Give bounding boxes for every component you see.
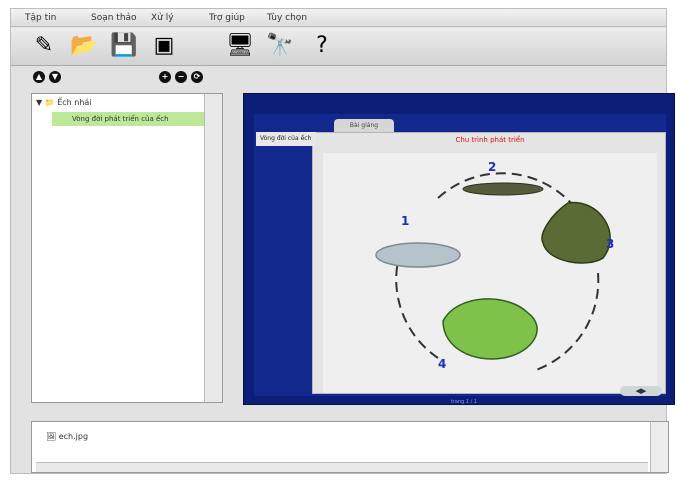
save-icon[interactable]: 💾 xyxy=(109,32,139,60)
application-window: Tập tin Soạn thảo Xử lý Trợ giúp Tùy chọ… xyxy=(10,8,675,474)
tree-root[interactable]: ▼ 📁 Ếch nhái xyxy=(36,98,92,107)
viewer-panel: Bài giảng Chu trình phát triển 1 2 3 4 V… xyxy=(243,93,675,405)
menu-file[interactable]: Tập tin xyxy=(25,13,56,23)
tree-item-label: Vòng đời phát triển của ếch xyxy=(72,115,169,123)
document-content: 1 2 3 4 xyxy=(323,153,657,393)
menu-edit[interactable]: Soạn thảo xyxy=(91,13,137,23)
cycle-arc-left xyxy=(395,260,439,359)
adult-frog-image xyxy=(442,298,538,360)
tree-scrollbar[interactable] xyxy=(204,94,222,402)
menu-bar: Tập tin Soạn thảo Xử lý Trợ giúp Tùy chọ… xyxy=(11,9,666,27)
cycle-arc-right xyxy=(532,272,600,372)
monitor-icon[interactable]: 🖥 xyxy=(225,32,255,60)
tadpole-image xyxy=(462,182,544,196)
binocular-icon[interactable]: 🔭 xyxy=(265,32,295,60)
file-item[interactable]: 🖼 ech.jpg xyxy=(46,432,88,441)
up-icon[interactable]: ▲ xyxy=(33,71,45,83)
file-name: ech.jpg xyxy=(58,432,89,441)
bottom-panel: 🖼 ech.jpg xyxy=(31,421,669,473)
tree-root-label: Ếch nhái xyxy=(57,98,92,107)
help-icon[interactable]: ? xyxy=(307,32,337,60)
menu-process[interactable]: Xử lý xyxy=(151,13,174,23)
folder-icon: 📁 xyxy=(44,98,55,107)
young-frog-image xyxy=(541,201,611,264)
frog-lifecycle-illustration: 1 2 3 4 xyxy=(375,160,614,372)
vertical-scrollbar[interactable] xyxy=(650,422,668,472)
menu-options[interactable]: Tùy chọn xyxy=(267,13,307,23)
toolbar: ✎ 📂 💾 ▣ 🖥 🔭 ? xyxy=(11,28,666,66)
side-tab[interactable]: Vòng đời của ếch xyxy=(256,132,316,146)
stage-label-4: 4 xyxy=(438,357,446,371)
image-file-icon: 🖼 xyxy=(46,432,57,441)
expand-icon[interactable]: ▼ xyxy=(36,98,42,107)
navigation-button[interactable]: ◀▶ xyxy=(620,386,662,396)
document-tab[interactable]: Bài giảng xyxy=(334,119,394,133)
down-icon[interactable]: ▼ xyxy=(49,71,61,83)
tree-item[interactable]: Vòng đời phát triển của ếch xyxy=(52,112,204,126)
stage-label-3: 3 xyxy=(606,237,614,251)
stage-label-1: 1 xyxy=(401,214,409,228)
document-card: Chu trình phát triển 1 2 3 4 xyxy=(312,132,666,394)
stage-label-2: 2 xyxy=(488,160,496,174)
egg-mass-image xyxy=(375,242,461,268)
menu-help[interactable]: Trợ giúp xyxy=(209,13,245,23)
add-icon[interactable]: + xyxy=(159,71,171,83)
remove-icon[interactable]: − xyxy=(175,71,187,83)
box-icon[interactable]: ▣ xyxy=(149,32,179,60)
refresh-icon[interactable]: ⟳ xyxy=(191,71,203,83)
document-title: Chu trình phát triển xyxy=(455,136,525,144)
tree-panel: ▼ 📁 Ếch nhái Vòng đời phát triển của ếch xyxy=(31,93,223,403)
viewer-frame: Bài giảng Chu trình phát triển 1 2 3 4 V… xyxy=(254,114,666,396)
open-icon[interactable]: 📂 xyxy=(69,32,99,60)
horizontal-scrollbar[interactable] xyxy=(36,462,648,472)
edit-icon[interactable]: ✎ xyxy=(29,32,59,60)
viewer-status: trang 1 / 1 xyxy=(450,399,478,405)
